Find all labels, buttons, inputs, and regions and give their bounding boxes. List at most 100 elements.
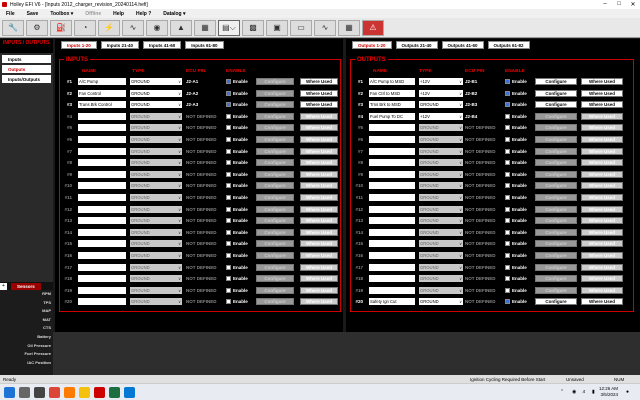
where-used-button[interactable]: Where Used bbox=[581, 275, 623, 283]
where-used-button[interactable]: Where Used bbox=[581, 89, 623, 97]
name-field[interactable] bbox=[369, 275, 415, 283]
notification-icon[interactable]: ● bbox=[626, 389, 629, 395]
configure-button[interactable]: Configure bbox=[256, 205, 294, 213]
eraser-icon[interactable]: ▭ bbox=[290, 19, 312, 36]
type-select[interactable]: +12V ∨ bbox=[419, 78, 463, 85]
where-used-button[interactable]: Where Used bbox=[300, 298, 338, 306]
name-field[interactable] bbox=[78, 275, 126, 283]
firefox-icon[interactable] bbox=[64, 387, 75, 398]
type-select[interactable]: GROUND ∨ bbox=[419, 101, 463, 109]
name-field[interactable] bbox=[78, 170, 126, 178]
configure-button[interactable]: Configure bbox=[256, 275, 294, 283]
name-field[interactable] bbox=[78, 112, 126, 120]
configure-button[interactable]: Configure bbox=[256, 286, 294, 294]
name-field[interactable] bbox=[78, 136, 126, 143]
enable-checkbox[interactable] bbox=[505, 287, 510, 293]
configure-button[interactable]: Configure bbox=[256, 147, 294, 155]
enable-checkbox[interactable] bbox=[226, 299, 231, 305]
enable-checkbox[interactable] bbox=[226, 171, 231, 177]
enable-checkbox[interactable] bbox=[226, 276, 231, 282]
monitor-icon[interactable]: ▣ bbox=[266, 19, 288, 36]
type-select[interactable]: GROUND ∨ bbox=[130, 217, 182, 225]
name-field[interactable] bbox=[78, 240, 126, 248]
name-field[interactable] bbox=[78, 205, 126, 213]
name-field[interactable] bbox=[78, 217, 126, 225]
menu-item[interactable]: Help ? bbox=[130, 11, 157, 17]
where-used-button[interactable]: Where Used bbox=[300, 112, 338, 120]
spark-icon[interactable]: ⚡ bbox=[98, 19, 120, 36]
windows-start-icon[interactable] bbox=[4, 387, 15, 398]
configure-button[interactable]: Configure bbox=[256, 159, 294, 167]
enable-checkbox[interactable] bbox=[226, 183, 231, 189]
name-field[interactable]: Fuel Pump To DC bbox=[369, 112, 415, 120]
name-field[interactable]: Trns Brk to MSD bbox=[369, 101, 415, 109]
type-select[interactable]: GROUND ∨ bbox=[130, 194, 182, 201]
clock[interactable]: 12:26 AM 3/5/2024 bbox=[599, 386, 618, 398]
enable-checkbox[interactable] bbox=[505, 171, 510, 177]
where-used-button[interactable]: Where Used bbox=[300, 252, 338, 259]
configure-button[interactable]: Configure bbox=[256, 101, 294, 109]
configure-button[interactable]: Configure bbox=[256, 136, 294, 143]
sidebar-item[interactable]: Outputs bbox=[2, 65, 51, 73]
type-select[interactable]: GROUND ∨ bbox=[419, 194, 463, 201]
name-field[interactable] bbox=[78, 159, 126, 167]
type-select[interactable]: GROUND ∨ bbox=[130, 182, 182, 190]
enable-checkbox[interactable] bbox=[226, 148, 231, 154]
enable-checkbox[interactable] bbox=[505, 264, 510, 270]
enable-checkbox[interactable] bbox=[226, 241, 231, 247]
tab[interactable]: Outputs 21-40 bbox=[395, 41, 438, 49]
where-used-button[interactable]: Where Used bbox=[300, 286, 338, 294]
name-field[interactable] bbox=[78, 182, 126, 190]
enable-checkbox[interactable] bbox=[505, 183, 510, 189]
tab[interactable]: Outputs 1-20 bbox=[352, 41, 392, 49]
name-field[interactable]: Fan Control bbox=[78, 89, 126, 97]
enable-checkbox[interactable] bbox=[505, 218, 510, 224]
tab[interactable]: Inputs 21-40 bbox=[100, 41, 140, 49]
wifi-icon[interactable]: ◉ bbox=[572, 389, 576, 395]
grid-icon[interactable]: ▦ bbox=[338, 19, 360, 36]
name-field[interactable] bbox=[369, 182, 415, 190]
type-select[interactable]: GROUND ∨ bbox=[419, 159, 463, 167]
where-used-button[interactable]: Where Used bbox=[581, 252, 623, 259]
where-used-button[interactable]: Where Used bbox=[581, 136, 623, 143]
type-select[interactable]: GROUND ∨ bbox=[419, 124, 463, 132]
configure-button[interactable]: Configure bbox=[256, 89, 294, 97]
type-select[interactable]: GROUND ∨ bbox=[130, 228, 182, 236]
maximize-icon[interactable]: □ bbox=[612, 1, 626, 8]
type-select[interactable]: GROUND ∨ bbox=[419, 240, 463, 248]
name-field[interactable]: Trans Brk Control bbox=[78, 101, 126, 109]
configure-button[interactable]: Configure bbox=[535, 205, 577, 213]
enable-checkbox[interactable] bbox=[505, 125, 510, 131]
configure-button[interactable]: Configure bbox=[535, 170, 577, 178]
where-used-button[interactable]: Where Used bbox=[581, 101, 623, 109]
enable-checkbox[interactable] bbox=[505, 229, 510, 235]
where-used-button[interactable]: Where Used bbox=[581, 286, 623, 294]
menu-item[interactable]: Toolbox ▾ bbox=[44, 11, 79, 17]
file-explorer-icon[interactable] bbox=[79, 387, 90, 398]
name-field[interactable] bbox=[78, 252, 126, 259]
configure-button[interactable]: Configure bbox=[256, 298, 294, 306]
tab[interactable]: Outputs 61-82 bbox=[487, 41, 530, 49]
where-used-button[interactable]: Where Used bbox=[300, 228, 338, 236]
store-icon[interactable] bbox=[124, 387, 135, 398]
where-used-button[interactable]: Where Used bbox=[581, 217, 623, 225]
type-select[interactable]: GROUND ∨ bbox=[419, 263, 463, 271]
minimize-icon[interactable]: – bbox=[598, 1, 612, 8]
enable-checkbox[interactable] bbox=[226, 229, 231, 235]
enable-checkbox[interactable] bbox=[505, 148, 510, 154]
name-field[interactable] bbox=[369, 147, 415, 155]
where-used-button[interactable]: Where Used bbox=[581, 240, 623, 248]
enable-checkbox[interactable] bbox=[226, 287, 231, 293]
type-select[interactable]: GROUND ∨ bbox=[130, 263, 182, 271]
fuel-icon[interactable]: ⛽ bbox=[50, 19, 72, 36]
name-field[interactable] bbox=[369, 124, 415, 132]
name-field[interactable]: Safety Ign Cut bbox=[369, 298, 415, 306]
sidebar-item[interactable]: Inputs bbox=[2, 55, 51, 63]
enable-checkbox[interactable] bbox=[226, 102, 231, 108]
type-select[interactable]: GROUND ∨ bbox=[419, 286, 463, 294]
menu-item[interactable]: File bbox=[0, 11, 21, 17]
type-select[interactable]: GROUND ∨ bbox=[419, 252, 463, 259]
name-field[interactable] bbox=[78, 124, 126, 132]
enable-checkbox[interactable] bbox=[226, 125, 231, 131]
name-field[interactable] bbox=[369, 205, 415, 213]
